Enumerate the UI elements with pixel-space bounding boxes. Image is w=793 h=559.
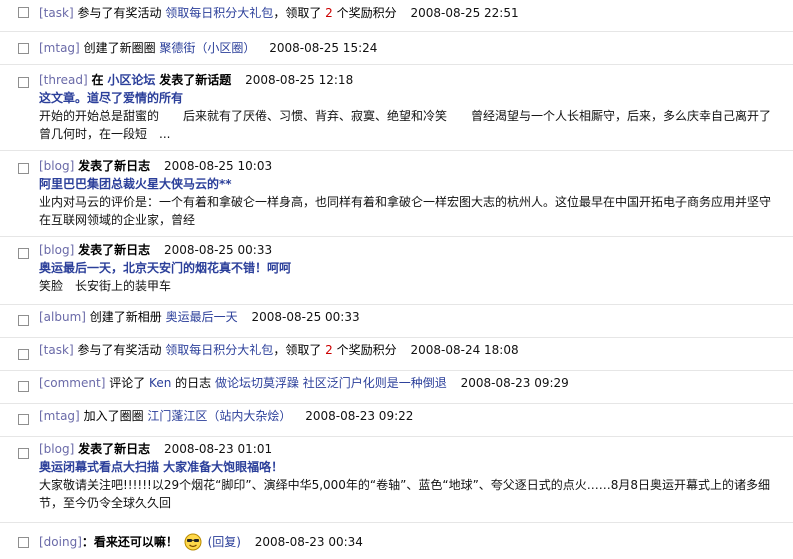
feed-line: [album] 创建了新相册 奥运最后一天 2008-08-25 00:33 bbox=[39, 310, 360, 324]
blog-link[interactable]: 做论坛切莫浮躁 社区泛门户化则是一种倒退 bbox=[215, 376, 447, 390]
feed-line: [thread] 在 小区论坛 发表了新话题 2008-08-25 12:18 bbox=[39, 73, 354, 87]
group-link[interactable]: 江门蓬江区（站内大杂烩） bbox=[147, 409, 291, 423]
timestamp: 2008-08-25 15:24 bbox=[269, 41, 378, 55]
feed-item-blog: [blog] 发表了新日志 2008-08-25 00:33 奥运最后一天，北京… bbox=[0, 237, 793, 305]
timestamp: 2008-08-23 01:01 bbox=[163, 442, 273, 456]
type-tag: [task] bbox=[39, 343, 74, 357]
timestamp: 2008-08-25 22:51 bbox=[410, 6, 519, 20]
type-tag: [doing] bbox=[39, 535, 82, 549]
feed-line: [blog] 发表了新日志 2008-08-25 10:03 bbox=[39, 159, 273, 173]
feed-line: [comment] 评论了 Ken 的日志 做论坛切莫浮躁 社区泛门户化则是一种… bbox=[39, 376, 569, 390]
feed-line: [blog] 发表了新日志 2008-08-23 01:01 bbox=[39, 442, 273, 456]
feed-line: [doing]：看来还可以嘛！ (回复) 2008-08-23 00:34 bbox=[39, 533, 363, 551]
type-tag: [blog] bbox=[39, 442, 75, 456]
select-checkbox[interactable] bbox=[18, 537, 29, 548]
blog-excerpt: 笑脸 长安街上的装甲车 bbox=[39, 279, 172, 293]
type-tag: [mtag] bbox=[39, 409, 80, 423]
select-checkbox[interactable] bbox=[18, 163, 29, 174]
blog-title[interactable]: 奥运最后一天，北京天安门的烟花真不错！呵呵 bbox=[39, 260, 291, 276]
type-tag: [thread] bbox=[39, 73, 88, 87]
type-tag: [blog] bbox=[39, 243, 75, 257]
cool-smiley-icon bbox=[184, 533, 202, 551]
select-checkbox[interactable] bbox=[18, 349, 29, 360]
timestamp: 2008-08-23 00:34 bbox=[254, 535, 363, 549]
blog-excerpt: 业内对马云的评价是：一个有着和拿破仑一样身高，也同样有着和拿破仑一样宏图大志的杭… bbox=[39, 195, 772, 227]
select-checkbox[interactable] bbox=[18, 7, 29, 18]
feed-line: [mtag] 加入了圈圈 江门蓬江区（站内大杂烩） 2008-08-23 09:… bbox=[39, 409, 414, 423]
timestamp: 2008-08-23 09:29 bbox=[460, 376, 569, 390]
user-link[interactable]: Ken bbox=[149, 376, 171, 390]
feed-line: [task] 参与了有奖活动 领取每日积分大礼包，领取了 2 个奖励积分 200… bbox=[39, 6, 519, 20]
reply-link[interactable]: (回复) bbox=[208, 535, 241, 549]
timestamp: 2008-08-23 09:22 bbox=[305, 409, 414, 423]
timestamp: 2008-08-25 10:03 bbox=[163, 159, 273, 173]
feed-item-comment: [comment] 评论了 Ken 的日志 做论坛切莫浮躁 社区泛门户化则是一种… bbox=[0, 371, 793, 404]
feed-line: [task] 参与了有奖活动 领取每日积分大礼包，领取了 2 个奖励积分 200… bbox=[39, 343, 519, 357]
type-tag: [album] bbox=[39, 310, 86, 324]
timestamp: 2008-08-25 00:33 bbox=[163, 243, 273, 257]
points-count: 2 bbox=[325, 343, 333, 357]
type-tag: [task] bbox=[39, 6, 74, 20]
feed-line: [mtag] 创建了新圈圈 聚德街（小区圈） 2008-08-25 15:24 bbox=[39, 41, 378, 55]
feed-item-doing: [doing]：看来还可以嘛！ (回复) 2008-08-23 00:34 bbox=[0, 523, 793, 559]
select-checkbox[interactable] bbox=[18, 43, 29, 54]
feed-item-mtag: [mtag] 加入了圈圈 江门蓬江区（站内大杂烩） 2008-08-23 09:… bbox=[0, 404, 793, 437]
group-link[interactable]: 聚德街（小区圈） bbox=[159, 41, 255, 55]
points-count: 2 bbox=[325, 6, 333, 20]
select-checkbox[interactable] bbox=[18, 77, 29, 88]
feed-item-blog: [blog] 发表了新日志 2008-08-25 10:03 阿里巴巴集团总裁火… bbox=[0, 151, 793, 237]
forum-link[interactable]: 小区论坛 bbox=[107, 73, 155, 87]
type-tag: [comment] bbox=[39, 376, 106, 390]
feed-item-task: [task] 参与了有奖活动 领取每日积分大礼包，领取了 2 个奖励积分 200… bbox=[0, 338, 793, 371]
select-checkbox[interactable] bbox=[18, 381, 29, 392]
activity-link[interactable]: 领取每日积分大礼包 bbox=[165, 6, 273, 20]
feed-item-album: [album] 创建了新相册 奥运最后一天 2008-08-25 00:33 bbox=[0, 305, 793, 338]
feed-item-task: [task] 参与了有奖活动 领取每日积分大礼包，领取了 2 个奖励积分 200… bbox=[0, 0, 793, 32]
timestamp: 2008-08-24 18:08 bbox=[410, 343, 519, 357]
timestamp: 2008-08-25 00:33 bbox=[251, 310, 360, 324]
select-checkbox[interactable] bbox=[18, 248, 29, 259]
type-tag: [blog] bbox=[39, 159, 75, 173]
thread-excerpt: 开始的开始总是甜蜜的 后来就有了厌倦、习惯、背弃、寂寞、绝望和冷笑 曾经渴望与一… bbox=[39, 109, 793, 141]
select-checkbox[interactable] bbox=[18, 315, 29, 326]
select-checkbox[interactable] bbox=[18, 448, 29, 459]
activity-link[interactable]: 领取每日积分大礼包 bbox=[165, 343, 273, 357]
feed-item-mtag: [mtag] 创建了新圈圈 聚德街（小区圈） 2008-08-25 15:24 bbox=[0, 32, 793, 65]
blog-title[interactable]: 奥运闭幕式看点大扫描 大家准备大饱眼福咯！ bbox=[39, 459, 283, 475]
feed-item-thread: [thread] 在 小区论坛 发表了新话题 2008-08-25 12:18 … bbox=[0, 65, 793, 151]
thread-title[interactable]: 这文章。道尽了爱情的所有 bbox=[39, 90, 183, 106]
timestamp: 2008-08-25 12:18 bbox=[245, 73, 354, 87]
select-checkbox[interactable] bbox=[18, 414, 29, 425]
blog-excerpt: 大家敬请关注吧!!!!!!以29个烟花“脚印”、演绎中华5,000年的“卷轴”、… bbox=[39, 478, 771, 510]
feed-item-blog: [blog] 发表了新日志 2008-08-23 01:01 奥运闭幕式看点大扫… bbox=[0, 437, 793, 523]
activity-feed: [task] 参与了有奖活动 领取每日积分大礼包，领取了 2 个奖励积分 200… bbox=[0, 0, 793, 559]
type-tag: [mtag] bbox=[39, 41, 80, 55]
album-link[interactable]: 奥运最后一天 bbox=[166, 310, 238, 324]
feed-line: [blog] 发表了新日志 2008-08-25 00:33 bbox=[39, 243, 273, 257]
blog-title[interactable]: 阿里巴巴集团总裁火星大侠马云的** bbox=[39, 176, 232, 192]
